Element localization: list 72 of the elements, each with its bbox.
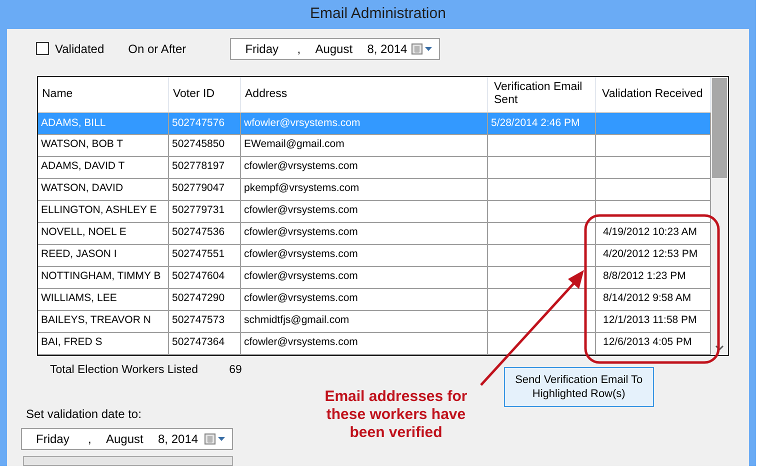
table-cell-text: 502747573 xyxy=(172,313,225,328)
table-row[interactable]: WATSON, DAVID 502779047 pkempf@vrsystems.com xyxy=(38,178,711,201)
table-cell-text: WILLIAMS, LEE xyxy=(41,291,117,306)
table-cell-text: 8/8/2012 1:23 PM xyxy=(603,269,686,284)
weekday-text: Friday xyxy=(36,431,70,448)
separator-text: , xyxy=(88,431,92,448)
table-row[interactable]: ELLINGTON, ASHLEY E 502779731 cfowler@vrsystems.com xyxy=(38,200,711,223)
table-cell-text: BAI, FRED S xyxy=(41,335,102,350)
table-row[interactable]: BAI, FRED S 502747364 cfowler@vrsystems.com 12/6/2013 4:05 PM xyxy=(38,332,711,355)
table-cell-text: cfowler@vrsystems.com xyxy=(244,269,358,284)
table-row[interactable]: WATSON, BOB T 502745850 EWemail@gmail.com xyxy=(38,134,711,157)
table-cell-text: 502747536 xyxy=(172,225,225,240)
table-cell-text: 502779047 xyxy=(172,181,225,196)
total-workers-count: 69 xyxy=(229,362,242,378)
month-text: August xyxy=(106,431,144,448)
table-cell-text: cfowler@vrsystems.com xyxy=(244,291,358,306)
table-cell-text: 4/19/2012 10:23 AM xyxy=(603,225,697,240)
table-cell-text: 502745850 xyxy=(172,137,225,152)
table-row[interactable]: ADAMS, DAVID T 502778197 cfowler@vrsystems.com xyxy=(38,156,711,179)
table-cell-text: pkempf@vrsystems.com xyxy=(244,181,360,196)
table-cell-text: WATSON, BOB T xyxy=(41,137,124,152)
column-header[interactable]: Address xyxy=(241,76,488,112)
on-or-after-label: On or After xyxy=(128,40,186,58)
column-header[interactable]: Name xyxy=(38,76,169,112)
table-cell-text: cfowler@vrsystems.com xyxy=(244,247,358,262)
total-workers-label: Total Election Workers Listed xyxy=(50,362,198,378)
table-cell-text: 502747576 xyxy=(172,116,225,130)
table-cell-text: 502747364 xyxy=(172,335,225,350)
table-cell-text: 502747290 xyxy=(172,291,225,306)
table-cell-text: schmidtfjs@gmail.com xyxy=(244,313,350,328)
table-cell-text: EWemail@gmail.com xyxy=(244,137,344,152)
table-cell-text: ADAMS, DAVID T xyxy=(41,159,125,174)
table-cell-text: 4/20/2012 12:53 PM xyxy=(603,247,698,262)
table-cell-text: 502747604 xyxy=(172,269,225,284)
table-cell-text: ADAMS, BILL xyxy=(41,116,106,130)
table-cell-text: 502779731 xyxy=(172,203,225,218)
day-year-text: 8, 2014 xyxy=(367,40,408,58)
table-cell-text: wfowler@vrsystems.com xyxy=(244,116,360,130)
checkbox-label: Validated xyxy=(55,40,104,58)
send-verification-button[interactable]: Send Verification Email To Highlighted Row(s) xyxy=(504,366,654,407)
day-year-text: 8, 2014 xyxy=(158,431,200,448)
table-cell-text: 8/14/2012 9:58 AM xyxy=(603,291,692,306)
table-cell-text: WATSON, DAVID xyxy=(41,181,124,196)
table-cell-text: cfowler@vrsystems.com xyxy=(244,159,358,174)
table-cell-text: 12/6/2013 4:05 PM xyxy=(603,335,692,350)
table-cell-text: 5/28/2014 2:46 PM xyxy=(491,116,580,130)
date-picker[interactable]: Friday , August 8, 2014 xyxy=(21,428,233,450)
set-validation-label: Set validation date to: xyxy=(26,406,142,423)
table-row[interactable]: NOTTINGHAM, TIMMY B 502747604 cfowler@vrsystems.com 8/8/2012 1:23 PM xyxy=(38,266,711,289)
table-cell-text: cfowler@vrsystems.com xyxy=(244,203,358,218)
column-header[interactable]: Verification Email Sent xyxy=(488,76,596,112)
month-text: August xyxy=(315,40,354,58)
annotation-text: Email addresses for these workers have been verified xyxy=(324,388,468,442)
window-title: Email Administration xyxy=(309,4,447,24)
table-cell-text: 12/1/2013 11:58 PM xyxy=(603,313,697,328)
table-cell-text: NOTTINGHAM, TIMMY B xyxy=(41,269,161,284)
table-row[interactable]: BAILEYS, TREAVOR N 502747573 schmidtfjs@gmail.com 12/1/2013 11:58 PM xyxy=(38,310,711,333)
table-row[interactable]: NOVELL, NOEL E 502747536 cfowler@vrsystems.com 4/19/2012 10:23 AM xyxy=(38,222,711,245)
weekday-text: Friday xyxy=(245,40,280,58)
table-cell-text: 502747551 xyxy=(172,247,225,262)
table-cell-text: REED, JASON I xyxy=(41,247,117,262)
table-cell-text: BAILEYS, TREAVOR N xyxy=(41,313,151,328)
table-cell-text: cfowler@vrsystems.com xyxy=(244,225,358,240)
table-row[interactable]: REED, JASON I 502747551 cfowler@vrsystems.com 4/20/2012 12:53 PM xyxy=(38,244,711,267)
table-cell-text: 502778197 xyxy=(172,159,225,174)
column-header[interactable]: Voter ID xyxy=(169,76,241,112)
table-cell-text: cfowler@vrsystems.com xyxy=(244,335,358,350)
date-picker[interactable]: Friday , August 8, 2014 xyxy=(230,38,440,60)
separator-text: , xyxy=(297,40,302,58)
table-cell-text: NOVELL, NOEL E xyxy=(41,225,126,240)
table-row[interactable]: WILLIAMS, LEE 502747290 cfowler@vrsystems.com 8/14/2012 9:58 AM xyxy=(38,288,711,311)
table-cell-text: ELLINGTON, ASHLEY E xyxy=(41,203,157,218)
